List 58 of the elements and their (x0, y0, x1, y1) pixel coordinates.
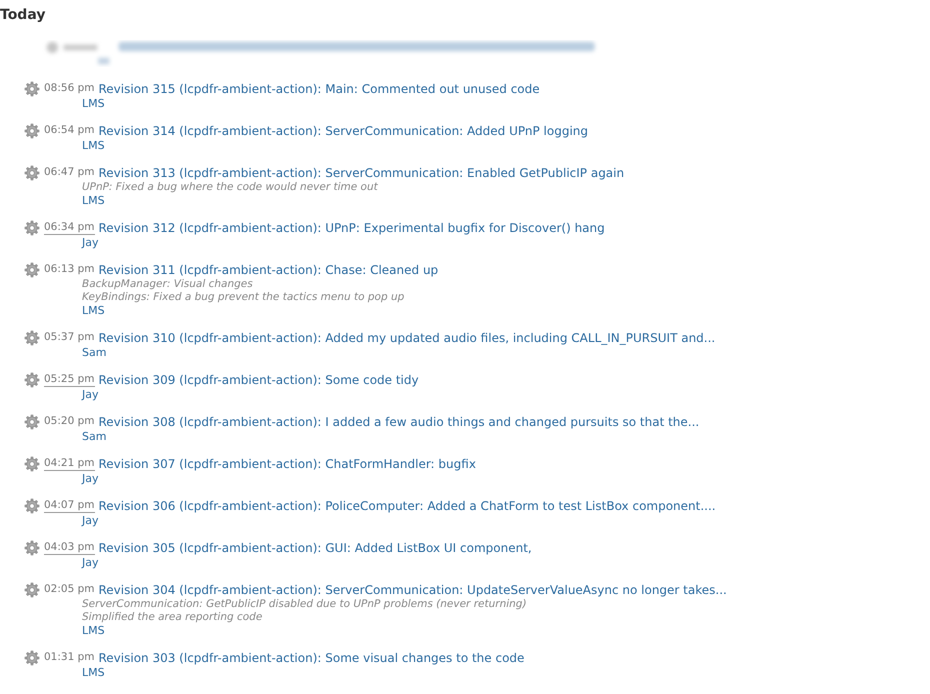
commit-message: KeyBindings: Fixed a bug prevent the tactics menu to pop up (82, 291, 404, 304)
gear-icon (24, 330, 40, 346)
gear-icon (24, 81, 40, 97)
author-link[interactable]: LMS (82, 97, 105, 110)
revision-link[interactable]: Revision 309 (lcpdfr-ambient-action): Some code tidy (98, 373, 419, 387)
commit-message: BackupManager: Visual changes (82, 278, 253, 291)
revision-link[interactable]: Revision 311 (lcpdfr-ambient-action): Chase: Cleaned up (98, 263, 438, 277)
revision-link[interactable]: Revision 307 (lcpdfr-ambient-action): ChatFormHandler: bugfix (98, 457, 476, 471)
gear-icon (24, 165, 40, 181)
author-link[interactable]: LMS (82, 666, 105, 679)
author-link[interactable]: Jay (82, 472, 98, 485)
commit-message: Simplified the area reporting code (82, 611, 262, 624)
author-link[interactable]: Jay (82, 236, 98, 249)
gear-icon (24, 540, 40, 556)
author-link[interactable]: Sam (82, 430, 106, 443)
gear-icon (24, 414, 40, 430)
timestamp: 06:54 pm (44, 124, 94, 138)
gear-icon (24, 123, 40, 139)
revision-link[interactable]: Revision 306 (lcpdfr-ambient-action): PoliceComputer: Added a ChatForm to test ListBox component.... (98, 499, 716, 513)
gear-icon (24, 582, 40, 598)
timestamp: 06:13 pm (44, 263, 94, 277)
author-link[interactable]: LMS (82, 194, 105, 207)
timestamp: 01:31 pm (44, 651, 94, 665)
gear-icon (24, 650, 40, 666)
timestamp: 06:47 pm (44, 166, 94, 180)
gear-icon (24, 498, 40, 514)
gear-icon (24, 262, 40, 278)
timestamp[interactable]: 04:07 pm (44, 499, 94, 513)
author-link[interactable]: LMS (82, 304, 105, 317)
commit-message: ServerCommunication: GetPublicIP disabled due to UPnP problems (never returning) (82, 598, 527, 611)
timestamp[interactable]: 05:25 pm (44, 373, 94, 387)
timestamp: 05:20 pm (44, 415, 94, 429)
gear-icon (24, 220, 40, 236)
author-link[interactable]: LMS (82, 624, 105, 637)
revision-link[interactable]: Revision 315 (lcpdfr-ambient-action): Main: Commented out unused code (98, 82, 540, 96)
commit-message: UPnP: Fixed a bug where the code would never time out (82, 181, 378, 194)
revision-link[interactable]: Revision 304 (lcpdfr-ambient-action): ServerCommunication: UpdateServerValueAsync no longer takes... (98, 583, 727, 597)
revision-link[interactable]: Revision 305 (lcpdfr-ambient-action): GUI: Added ListBox UI component, (98, 541, 532, 555)
timestamp: 02:05 pm (44, 583, 94, 597)
timestamp[interactable]: 06:34 pm (44, 221, 94, 235)
revision-link[interactable]: Revision 312 (lcpdfr-ambient-action): UPnP: Experimental bugfix for Discover() hang (98, 221, 605, 235)
timestamp[interactable]: 04:21 pm (44, 457, 94, 471)
author-link[interactable]: Sam (82, 346, 106, 359)
author-link[interactable]: Jay (82, 556, 98, 569)
revision-link[interactable]: Revision 310 (lcpdfr-ambient-action): Added my updated audio files, including CALL_IN_PURSUIT and... (98, 331, 716, 345)
revision-link[interactable]: Revision 313 (lcpdfr-ambient-action): ServerCommunication: Enabled GetPublicIP again (98, 166, 624, 180)
timestamp[interactable]: 04:03 pm (44, 541, 94, 555)
section-heading: Today (0, 6, 46, 24)
author-link[interactable]: Jay (82, 514, 98, 527)
timestamp: 05:37 pm (44, 331, 94, 345)
gear-icon (24, 456, 40, 472)
timestamp: 08:56 pm (44, 82, 94, 96)
gear-icon (24, 372, 40, 388)
author-link[interactable]: Jay (82, 388, 98, 401)
author-link[interactable]: LMS (82, 139, 105, 152)
revision-link[interactable]: Revision 308 (lcpdfr-ambient-action): I added a few audio things and changed pursuits so that the... (98, 415, 700, 429)
revision-link[interactable]: Revision 314 (lcpdfr-ambient-action): ServerCommunication: Added UPnP logging (98, 124, 588, 138)
revision-link[interactable]: Revision 303 (lcpdfr-ambient-action): Some visual changes to the code (98, 651, 524, 665)
